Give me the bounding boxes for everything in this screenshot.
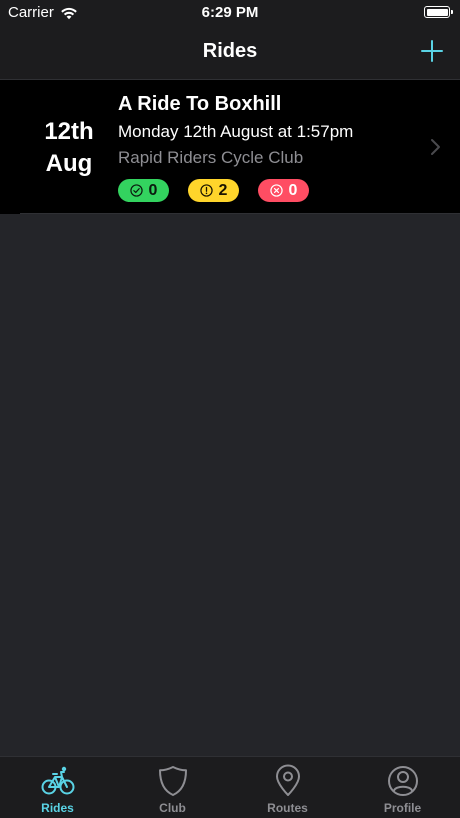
ride-title: A Ride To Boxhill xyxy=(118,93,282,115)
not-going-count: 0 xyxy=(288,181,298,199)
ride-month: Aug xyxy=(45,150,93,177)
rides-screen: Carrier 6:29 PM Rides 12th Aug A Ride To… xyxy=(0,0,460,818)
clock: 6:29 PM xyxy=(201,4,259,21)
not-going-badge: 0 xyxy=(258,179,309,202)
tab-club-label: Club xyxy=(159,801,186,815)
user-circle-icon xyxy=(387,766,418,796)
ride-datetime: Monday 12th August at 1:57pm xyxy=(118,122,354,141)
check-circle-icon xyxy=(129,184,143,197)
going-badge: 0 xyxy=(118,179,169,202)
chevron-right-icon xyxy=(431,139,440,155)
tab-routes-label: Routes xyxy=(267,801,308,815)
going-count: 0 xyxy=(148,181,158,199)
ride-list-item[interactable]: 12th Aug A Ride To Boxhill Monday 12th A… xyxy=(0,80,460,214)
plus-icon[interactable] xyxy=(420,39,444,63)
maybe-badge: 2 xyxy=(188,179,239,202)
maybe-count: 2 xyxy=(218,181,228,199)
ride-club: Rapid Riders Cycle Club xyxy=(118,148,304,167)
tab-profile[interactable]: Profile xyxy=(345,757,460,818)
ride-info: A Ride To Boxhill Monday 12th August at … xyxy=(118,92,418,202)
row-divider xyxy=(20,213,460,214)
ride-day: 12th xyxy=(44,118,94,145)
nav-bar: Rides xyxy=(0,26,460,78)
page-title: Rides xyxy=(202,40,258,62)
tab-routes[interactable]: Routes xyxy=(230,757,345,818)
tab-bar: Rides Club Routes Profile xyxy=(0,756,460,818)
attendance-badges: 0 2 0 xyxy=(118,179,418,202)
tab-rides[interactable]: Rides xyxy=(0,757,115,818)
tab-rides-label: Rides xyxy=(41,801,74,815)
battery-icon xyxy=(424,6,453,18)
map-pin-icon xyxy=(275,764,300,796)
ride-date: 12th Aug xyxy=(20,116,118,180)
bicycle-icon xyxy=(41,766,74,795)
tab-club[interactable]: Club xyxy=(115,757,230,818)
status-bar: Carrier 6:29 PM xyxy=(0,0,460,26)
x-circle-icon xyxy=(269,184,283,197)
exclamation-circle-icon xyxy=(199,184,213,197)
header: Carrier 6:29 PM Rides xyxy=(0,0,460,80)
shield-icon xyxy=(158,766,187,796)
tab-profile-label: Profile xyxy=(383,801,422,815)
